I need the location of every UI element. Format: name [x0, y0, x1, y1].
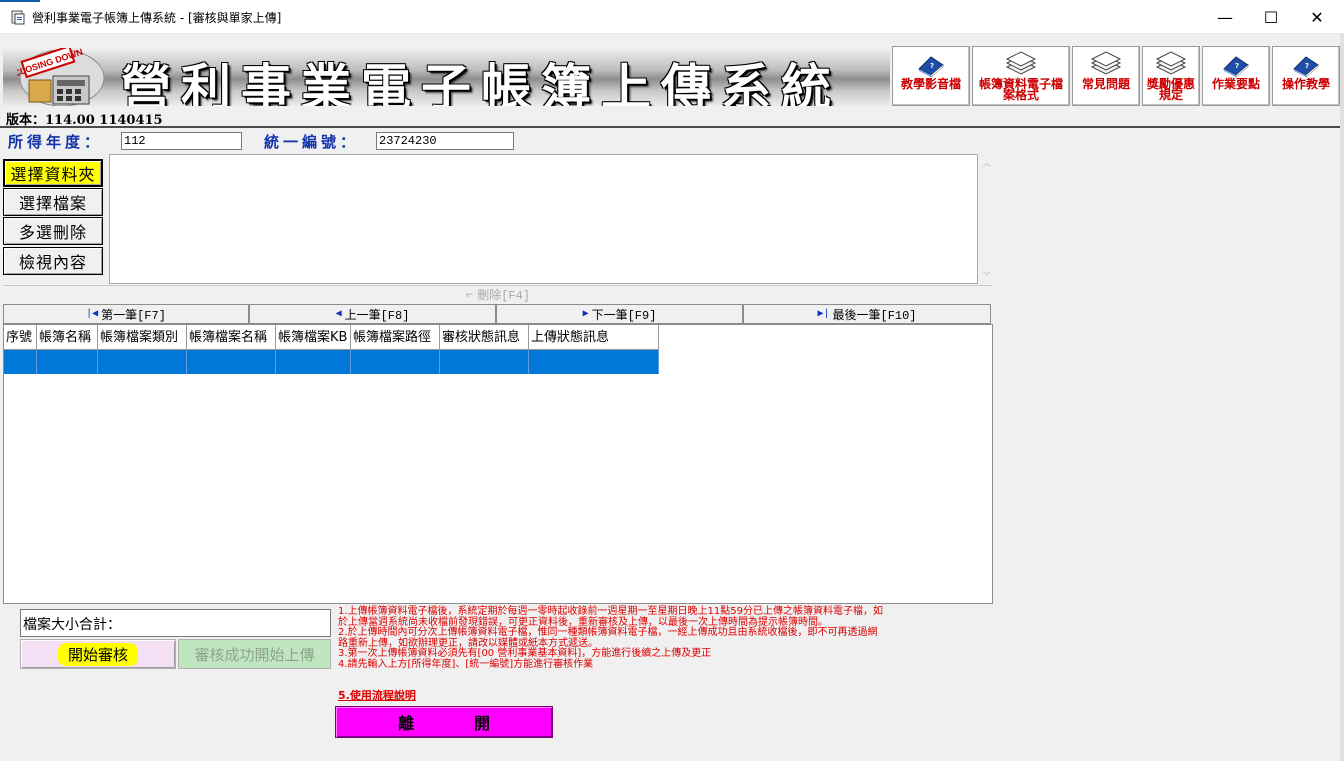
minimize-button[interactable]: — [1202, 0, 1248, 34]
last-record-button[interactable]: ▶| 最後一筆[F10] [743, 304, 991, 324]
table-cell[interactable] [37, 350, 98, 374]
prev-record-button[interactable]: ◀ 上一筆[F8] [249, 304, 496, 324]
column-header[interactable]: 審核狀態訊息 [440, 325, 529, 350]
toolbar-label: 常見問題 [1081, 77, 1130, 91]
banner-title: 營利事業電子帳簿上傳系統 [121, 58, 841, 106]
stack-icon [1090, 51, 1122, 75]
instructions-notes: 1.上傳帳簿資料電子檔後，系統定期於每週一零時起收錄前一週星期一至星期日晚上11… [338, 606, 883, 670]
table-row[interactable] [4, 350, 659, 374]
column-header[interactable]: 上傳狀態訊息 [529, 325, 659, 350]
toolbar-label: 帳簿資料電子檔案格式 [978, 77, 1063, 102]
next-icon: ▶ [582, 309, 589, 320]
delete-button[interactable]: ⌐ 刪除[F4] [3, 285, 993, 303]
tax-id-input[interactable]: 23724230 [376, 132, 514, 150]
toolbar-label: 教學影音檔 [900, 77, 961, 91]
multi-delete-button[interactable]: 多選刪除 [3, 217, 103, 245]
note-item: 2.於上傳時間內可分次上傳帳簿資料電子檔，惟同一種類帳簿資料電子檔，一經上傳成功… [338, 627, 878, 649]
next-record-label: 下一筆[F9] [591, 308, 657, 323]
maximize-button[interactable]: ☐ [1248, 0, 1294, 34]
usage-flow-link[interactable]: 5.使用流程說明 [338, 687, 416, 703]
select-file-button[interactable]: 選擇檔案 [3, 188, 103, 216]
first-icon: |◀ [86, 309, 99, 320]
select-folder-button[interactable]: 選擇資料夾 [3, 159, 103, 187]
table-cell[interactable] [276, 350, 351, 374]
last-icon: ▶| [817, 309, 830, 320]
window-edge [1340, 34, 1344, 761]
main-window: CLOSING DOWN 營利事業電子帳簿上傳系統 ? 教學影音檔 帳簿資料電子… [0, 34, 1344, 761]
operation-points-button[interactable]: ? 作業要點 [1202, 46, 1270, 106]
incentive-rules-button[interactable]: 獎勵優惠規定 [1142, 46, 1200, 106]
view-content-button[interactable]: 檢視內容 [3, 247, 103, 275]
app-icon [11, 10, 25, 25]
closing-down-logo: CLOSING DOWN [17, 48, 105, 106]
svg-text:?: ? [930, 62, 934, 70]
delete-icon: ⌐ [465, 287, 474, 302]
close-button[interactable]: ✕ [1294, 0, 1340, 34]
size-total-field: 檔案大小合計： [20, 609, 331, 637]
toolbar-label: 獎勵優惠規定 [1146, 77, 1195, 102]
toolbar-label: 操作教學 [1281, 77, 1330, 91]
divider [0, 126, 1344, 128]
year-input[interactable]: 112 [121, 132, 242, 150]
toolbar-label: 作業要點 [1211, 77, 1260, 91]
column-header[interactable]: 帳簿檔案路徑 [351, 325, 440, 350]
delete-label: 刪除[F4] [477, 289, 530, 303]
stack-icon [1155, 51, 1187, 75]
scroll-up-icon[interactable]: ︿ [982, 156, 991, 169]
app-banner: CLOSING DOWN 營利事業電子帳簿上傳系統 [3, 46, 890, 106]
year-label: 所得年度： [8, 133, 104, 151]
table-cell[interactable] [440, 350, 529, 374]
faq-button[interactable]: 常見問題 [1072, 46, 1140, 106]
first-record-button[interactable]: |◀ 第一筆[F7] [3, 304, 249, 324]
scroll-down-icon[interactable]: ﹀ [982, 269, 991, 282]
note-item: 3.第一次上傳帳簿資料必須先有[00 營利事業基本資料]，方能進行後續之上傳及更… [338, 648, 712, 659]
titlebar-accent [0, 0, 40, 2]
book-icon: ? [1293, 56, 1319, 77]
stack-icon [1005, 51, 1037, 75]
prev-record-label: 上一筆[F8] [344, 308, 410, 323]
table-cell[interactable] [187, 350, 276, 374]
table-cell[interactable] [98, 350, 187, 374]
grid-header: 序號 帳簿名稱 帳簿檔案類別 帳簿檔案名稱 帳簿檔案KB 帳簿檔案路徑 審核狀態… [4, 325, 659, 350]
next-record-button[interactable]: ▶ 下一筆[F9] [496, 304, 743, 324]
window-titlebar: 營利事業電子帳簿上傳系統 - [審核與單家上傳] — ☐ ✕ [0, 0, 1344, 34]
start-review-label: 開始審核 [57, 642, 138, 666]
svg-text:?: ? [1305, 62, 1309, 70]
column-header[interactable]: 帳簿檔案名稱 [187, 325, 276, 350]
table-cell[interactable] [351, 350, 440, 374]
table-cell[interactable] [4, 350, 37, 374]
column-header[interactable]: 帳簿名稱 [37, 325, 98, 350]
column-header[interactable]: 帳簿檔案類別 [98, 325, 187, 350]
table-cell[interactable] [529, 350, 659, 374]
file-list-box[interactable] [109, 154, 978, 284]
tax-id-label: 統一編號： [264, 133, 360, 151]
file-grid[interactable]: 序號 帳簿名稱 帳簿檔案類別 帳簿檔案名稱 帳簿檔案KB 帳簿檔案路徑 審核狀態… [3, 324, 993, 604]
window-title: 營利事業電子帳簿上傳系統 - [審核與單家上傳] [32, 11, 282, 25]
operation-tutorial-button[interactable]: ? 操作教學 [1272, 46, 1340, 106]
file-list-scrollbar[interactable]: ︿ ﹀ [981, 154, 991, 284]
svg-text:?: ? [1235, 62, 1239, 70]
note-item: 1.上傳帳簿資料電子檔後，系統定期於每週一零時起收錄前一週星期一至星期日晚上11… [338, 606, 883, 628]
tutorial-video-button[interactable]: ? 教學影音檔 [892, 46, 970, 106]
column-header[interactable]: 序號 [4, 325, 37, 350]
start-review-button[interactable]: 開始審核 [20, 639, 176, 669]
book-icon: ? [918, 56, 944, 77]
start-upload-button[interactable]: 審核成功開始上傳 [178, 639, 331, 669]
first-record-label: 第一筆[F7] [101, 308, 166, 323]
note-item: 4.請先輸入上方[所得年度]、[統一編號]方能進行審核作業 [338, 658, 594, 670]
leave-button[interactable]: 離開 [335, 706, 553, 738]
prev-icon: ◀ [335, 309, 342, 320]
file-format-button[interactable]: 帳簿資料電子檔案格式 [972, 46, 1070, 106]
column-header[interactable]: 帳簿檔案KB [276, 325, 351, 350]
bottom-controls: 檔案大小合計： 開始審核 審核成功開始上傳 [20, 609, 331, 671]
last-record-label: 最後一筆[F10] [832, 308, 917, 323]
book-icon: ? [1223, 56, 1249, 77]
